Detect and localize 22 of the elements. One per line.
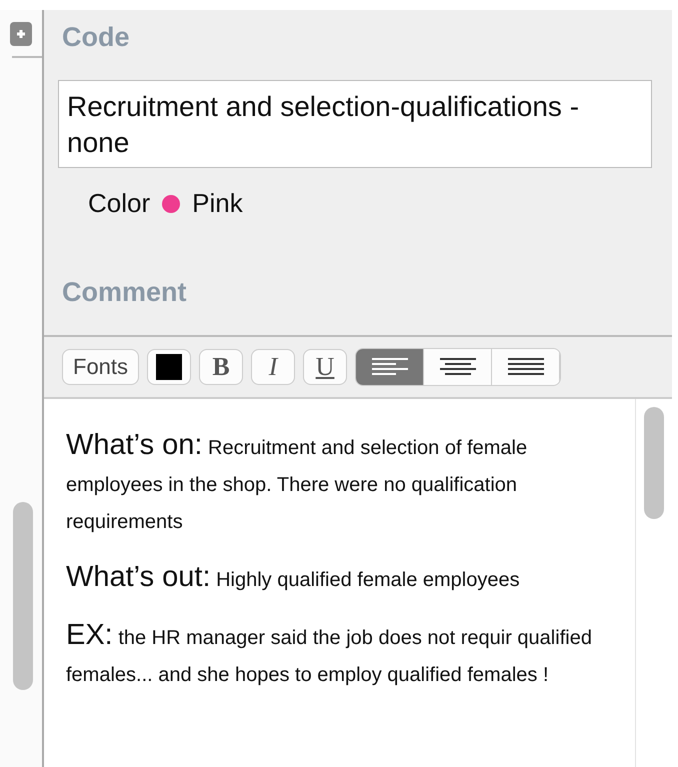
color-name[interactable]: Pink	[192, 188, 243, 219]
alignment-control[interactable]	[355, 348, 562, 386]
color-label: Color	[88, 188, 150, 219]
section-heading: Comment	[61, 276, 188, 299]
text-color-button[interactable]	[147, 349, 192, 385]
underline-button[interactable]: U	[303, 349, 348, 385]
scrollbar-thumb[interactable]	[644, 407, 664, 519]
section-heading: Code	[61, 21, 130, 54]
comment-paragraph: What’s on: Recruitment and selection of female employees in the shop. There were no qualification requirements	[66, 428, 528, 535]
align-left-icon	[372, 358, 408, 376]
scrollbar-thumb[interactable]	[13, 502, 33, 690]
align-button[interactable]	[492, 349, 560, 385]
align-center-icon	[440, 358, 476, 376]
align-right-icon	[508, 358, 544, 376]
fonts-button[interactable]: Fonts	[62, 349, 140, 385]
comment-paragraph: EX: the HR manager said the job does not requir qualified females... and she hopes to employ qualified females !	[66, 618, 593, 688]
comment-paragraph: What’s out: Highly qualified female employees	[66, 560, 521, 595]
italic-button[interactable]: I	[251, 349, 296, 385]
code-name-field[interactable]: Recruitment and selection-qualifications - none	[58, 80, 652, 168]
add-icon[interactable]	[10, 22, 32, 46]
align-button[interactable]	[424, 349, 492, 385]
bold-button[interactable]: B	[199, 349, 244, 385]
